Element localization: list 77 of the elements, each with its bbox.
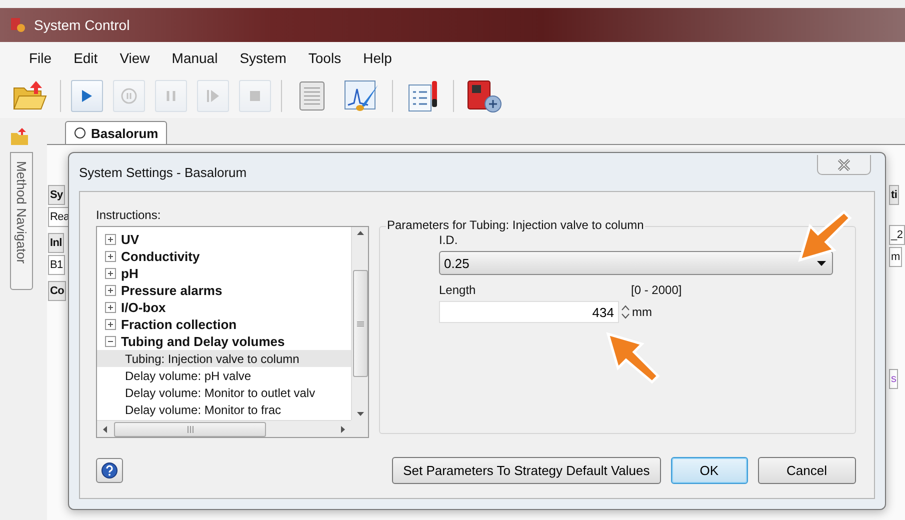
folder-icon (12, 80, 48, 112)
expand-icon[interactable] (105, 268, 116, 279)
scroll-up-icon[interactable] (356, 231, 364, 235)
help-icon (101, 462, 118, 478)
menu-item[interactable]: Help (352, 50, 403, 66)
scroll-left-icon[interactable] (103, 426, 107, 432)
tree-item[interactable]: Delay volume: pH valve (97, 367, 351, 384)
id-dropdown[interactable]: 0.25 (439, 251, 833, 275)
length-label: Length (439, 283, 477, 297)
status-circle-icon (74, 127, 86, 139)
help-button[interactable] (96, 458, 123, 482)
tree-item[interactable]: Tubing: Injection valve to column (97, 350, 351, 367)
scroll-thumb[interactable] (352, 270, 368, 377)
horizontal-scrollbar[interactable] (97, 420, 351, 437)
stop-icon (249, 90, 261, 102)
tree-item[interactable]: I/O-box (105, 299, 351, 316)
length-field[interactable]: 434 (439, 301, 619, 323)
close-button[interactable] (817, 155, 871, 175)
group-title: Parameters for Tubing: Injection valve to column (386, 218, 645, 232)
menu-item[interactable]: Manual (160, 50, 229, 66)
dialog-button[interactable]: Cancel (758, 456, 856, 484)
menu-item[interactable]: Edit (62, 50, 109, 66)
table-cell: _2 (889, 225, 905, 245)
table-cell: B1 (48, 255, 65, 275)
close-icon (837, 158, 851, 170)
table-cell: Sy (48, 185, 65, 205)
menu-item[interactable]: System (228, 50, 298, 66)
menu-item[interactable]: View (108, 50, 161, 66)
table-cell: Co (48, 281, 66, 301)
checklist-icon (406, 79, 440, 113)
side-tab[interactable]: Method Navigator (10, 152, 33, 290)
expand-icon[interactable] (105, 285, 116, 296)
collapse-icon[interactable] (105, 336, 116, 347)
instrument-plug-icon (465, 79, 503, 113)
pointer-arrow (604, 330, 660, 386)
vertical-scrollbar[interactable] (351, 227, 368, 420)
spin-icon[interactable] (621, 304, 630, 320)
window-title: System Control (34, 17, 130, 33)
grip-icon (356, 320, 364, 326)
tree-item[interactable]: Conductivity (105, 248, 351, 265)
tree-item[interactable]: UV (105, 231, 351, 248)
expand-icon[interactable] (105, 302, 116, 313)
scroll-right-icon[interactable] (340, 426, 345, 432)
tree-item[interactable]: Delay volume: Monitor to outlet valv (97, 384, 351, 401)
menu-item[interactable]: Tools (297, 50, 352, 66)
table-cell: s (889, 369, 898, 389)
table-cell: m (889, 247, 902, 267)
instructions-label: Instructions: (96, 208, 162, 222)
tree-item[interactable]: Tubing and Delay volumes (105, 333, 351, 350)
range-label: [0 - 2000] (631, 283, 682, 297)
id-label: I.D. (439, 233, 459, 247)
pause-icon (165, 90, 177, 102)
scroll-thumb[interactable] (114, 422, 266, 436)
table-cell: Inl (48, 233, 64, 253)
menu-item[interactable]: File (18, 50, 63, 66)
cycle-pause-icon (120, 87, 138, 105)
tree-item[interactable]: Delay volume: Monitor to frac (97, 401, 351, 418)
tree-item[interactable]: Fraction collection (105, 316, 351, 333)
dialog-button[interactable]: OK (670, 456, 748, 484)
dialog-button[interactable]: Set Parameters To Strategy Default Values (392, 456, 661, 484)
table-cell: ti (889, 185, 900, 205)
expand-icon[interactable] (105, 319, 116, 330)
dialog-title: System Settings - Basalorum (79, 164, 247, 180)
tree-item[interactable]: Pressure alarms (105, 282, 351, 299)
grip-icon (186, 426, 194, 432)
tree-item[interactable]: pH (105, 265, 351, 282)
expand-icon[interactable] (105, 251, 116, 262)
step-icon (206, 89, 220, 103)
pointer-arrow (796, 208, 852, 264)
play-icon (80, 89, 94, 103)
document-tab[interactable]: Basalorum (65, 121, 168, 144)
unit-label: mm (632, 305, 652, 319)
scroll-down-icon[interactable] (356, 412, 364, 416)
document-list-icon (297, 80, 327, 112)
app-icon (10, 17, 26, 33)
expand-icon[interactable] (105, 234, 116, 245)
folder-icon (10, 128, 30, 146)
